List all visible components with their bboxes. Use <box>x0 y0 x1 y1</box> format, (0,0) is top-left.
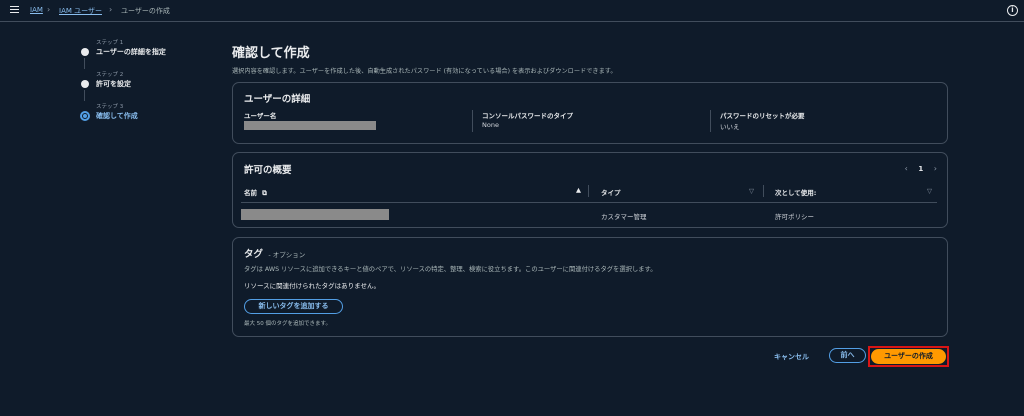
column-header-used-as[interactable]: 次として使用: <box>775 187 816 197</box>
step-dot-icon <box>81 80 89 88</box>
pagination: ‹ 1 › <box>897 164 937 173</box>
policy-type: カスタマー管理 <box>601 213 647 221</box>
step-number: ステップ 2 <box>96 72 124 78</box>
column-header-type[interactable]: タイプ <box>601 187 621 197</box>
console-password-label: コンソールパスワードのタイプ <box>482 112 573 120</box>
permissions-summary-card: 許可の概要 ‹ 1 › 名前 ⧉ ▲ タイプ ▽ 次として使用: ▽ カスタマー… <box>232 152 948 228</box>
main-content: 確認して作成 選択内容を確認します。ユーザーを作成した後、自動生成されたパスワー… <box>232 42 948 75</box>
breadcrumb-iam-users[interactable]: IAM ユーザー <box>59 6 102 16</box>
sort-icon[interactable]: ▽ <box>749 187 754 195</box>
wizard-steps: ステップ 1 ユーザーの詳細を指定 ステップ 2 許可を設定 ステップ 3 確認… <box>80 38 200 134</box>
password-reset-value: いいえ <box>720 123 740 131</box>
previous-button[interactable]: 前へ <box>829 348 866 363</box>
chevron-right-icon: › <box>47 5 51 14</box>
column-header-label: 名前 <box>244 189 257 197</box>
page-number[interactable]: 1 <box>918 165 923 173</box>
step-2[interactable]: ステップ 2 許可を設定 <box>80 70 200 102</box>
top-navigation-bar: IAM › IAM ユーザー › ユーザーの作成 i <box>0 0 1024 22</box>
step-connector <box>84 90 85 101</box>
chevron-left-icon[interactable]: ‹ <box>905 164 908 173</box>
sort-icon[interactable]: ▽ <box>927 187 932 195</box>
breadcrumb-iam[interactable]: IAM <box>30 6 43 14</box>
chevron-right-icon[interactable]: › <box>934 164 937 173</box>
step-name: ユーザーの詳細を指定 <box>96 48 166 56</box>
step-1[interactable]: ステップ 1 ユーザーの詳細を指定 <box>80 38 200 70</box>
console-password-value: None <box>482 121 499 129</box>
divider <box>588 185 589 197</box>
tags-description: タグは AWS リソースに追加できるキーと値のペアで、リソースの特定、整理、検索… <box>244 266 657 273</box>
optional-label: - オプション <box>268 251 306 259</box>
step-connector <box>84 58 85 69</box>
user-details-card: ユーザーの詳細 ユーザー名 コンソールパスワードのタイプ None パスワードの… <box>232 82 948 144</box>
step-name: 許可を設定 <box>96 80 131 88</box>
user-name-label: ユーザー名 <box>244 112 277 120</box>
column-header-name[interactable]: 名前 ⧉ <box>244 187 267 198</box>
no-tags-message: リソースに関連付けられたタグはありません。 <box>244 282 380 290</box>
cancel-button[interactable]: キャンセル <box>774 352 809 362</box>
create-user-button[interactable]: ユーザーの作成 <box>871 349 946 364</box>
divider <box>763 185 764 197</box>
step-dot-icon <box>81 48 89 56</box>
tag-limit-note: 最大 50 個のタグを追加できます。 <box>244 321 331 327</box>
card-title: 許可の概要 <box>244 165 292 176</box>
redacted-policy-name <box>241 209 389 220</box>
step-number: ステップ 1 <box>96 40 124 46</box>
tags-title: タグ <box>244 249 264 260</box>
divider <box>472 110 473 132</box>
step-3: ステップ 3 確認して作成 <box>80 102 200 134</box>
chevron-right-icon: › <box>109 5 113 14</box>
step-name: 確認して作成 <box>96 112 138 120</box>
card-title: ユーザーの詳細 <box>244 94 311 105</box>
tags-card: タグ - オプション タグは AWS リソースに追加できるキーと値のペアで、リソ… <box>232 237 948 337</box>
external-link-icon: ⧉ <box>262 189 267 197</box>
sort-ascending-icon[interactable]: ▲ <box>576 186 581 194</box>
redacted-user-name <box>244 121 376 130</box>
divider <box>241 202 937 203</box>
password-reset-label: パスワードのリセットが必要 <box>720 112 805 120</box>
add-tag-button[interactable]: 新しいタグを追加する <box>244 299 343 314</box>
page-title: 確認して作成 <box>232 46 310 61</box>
menu-icon[interactable] <box>10 6 19 14</box>
divider <box>710 110 711 132</box>
info-icon[interactable]: i <box>1007 5 1018 16</box>
step-number: ステップ 3 <box>96 104 124 110</box>
step-active-dot-icon <box>80 111 90 121</box>
policy-used-as: 許可ポリシー <box>775 213 814 221</box>
breadcrumb-current: ユーザーの作成 <box>121 7 170 15</box>
card-title: タグ - オプション <box>244 246 305 260</box>
page-description: 選択内容を確認します。ユーザーを作成した後、自動生成されたパスワード (有効にな… <box>232 68 617 75</box>
